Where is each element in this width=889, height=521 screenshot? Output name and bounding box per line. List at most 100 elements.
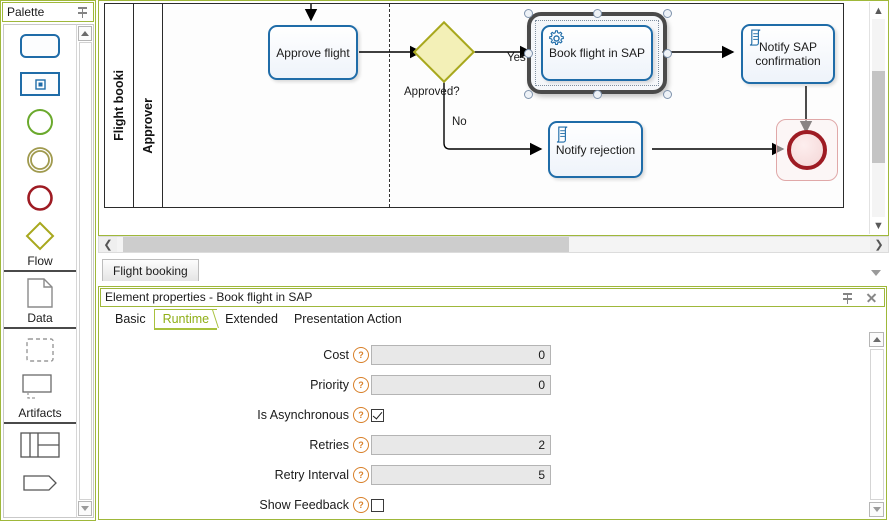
data-object-icon <box>27 277 53 311</box>
tab-presentation-action[interactable]: Presentation Action <box>286 310 410 328</box>
pool-flight-booking[interactable]: Flight booki Approver Approve flight App… <box>104 3 844 208</box>
selection-handle[interactable] <box>524 49 533 58</box>
palette-scrollbar[interactable] <box>76 24 94 518</box>
palette-group-data: Data <box>4 272 76 329</box>
tab-basic[interactable]: Basic <box>107 310 154 328</box>
pin-icon[interactable] <box>842 291 854 305</box>
palette-scroll-up-button[interactable] <box>78 26 92 41</box>
document-tab-flight-booking[interactable]: Flight booking <box>102 259 199 281</box>
field-row-retries: Retries ? <box>99 430 867 460</box>
start-event-icon <box>26 108 54 139</box>
script-icon <box>748 29 764 46</box>
palette-item-intermediate-event[interactable] <box>15 146 65 176</box>
canvas-scroll-up-button[interactable]: ▲ <box>870 2 887 19</box>
help-icon[interactable]: ? <box>353 377 369 393</box>
palette-group-swimlanes-items <box>4 427 76 501</box>
tab-runtime[interactable]: Runtime <box>153 308 218 330</box>
hscroll-right-button[interactable]: ❯ <box>870 237 888 252</box>
field-input-retries[interactable] <box>371 435 551 455</box>
flow-label-no: No <box>452 116 467 128</box>
diagram-canvas[interactable]: Flight booki Approver Approve flight App… <box>99 1 888 235</box>
tab-extended[interactable]: Extended <box>217 310 286 328</box>
field-label-is-asynchronous: Is Asynchronous <box>257 408 349 422</box>
properties-title: Element properties - Book flight in SAP <box>105 290 313 304</box>
gateway-icon <box>25 221 55 254</box>
palette-item-task[interactable] <box>15 32 65 62</box>
chevron-down-icon[interactable] <box>871 270 881 276</box>
hscroll-left-button[interactable]: ❮ <box>99 237 117 252</box>
element-properties-panel: Element properties - Book flight in SAP … <box>98 286 887 520</box>
help-icon[interactable]: ? <box>353 437 369 453</box>
palette-item-lane[interactable] <box>15 469 65 499</box>
close-icon[interactable] <box>866 292 877 303</box>
palette-scrollbar-track[interactable] <box>78 42 92 500</box>
properties-tabs: Basic Runtime Extended Presentation Acti… <box>99 308 886 330</box>
canvas-scroll-down-button[interactable]: ▼ <box>870 217 887 234</box>
help-icon[interactable]: ? <box>353 467 369 483</box>
tab-presentation-action-label: Presentation Action <box>293 312 402 326</box>
palette-item-pool[interactable] <box>15 431 65 461</box>
selection-handle[interactable] <box>663 9 672 18</box>
palette-item-start-event[interactable] <box>15 108 65 138</box>
field-input-cost[interactable] <box>371 345 551 365</box>
field-checkbox-is-asynchronous[interactable] <box>371 408 384 422</box>
tab-runtime-label: Runtime <box>162 311 210 326</box>
properties-vscroll-track[interactable] <box>869 349 884 500</box>
field-row-retry-interval: Retry Interval ? <box>99 460 867 490</box>
help-icon[interactable]: ? <box>353 497 369 513</box>
palette-group-data-items <box>4 275 76 311</box>
palette-item-end-event[interactable] <box>15 184 65 214</box>
palette-item-group[interactable] <box>15 336 65 366</box>
palette-group-swimlanes <box>4 424 76 501</box>
properties-body: Cost ? Priority ? Is Asynchronous ? Retr… <box>99 330 886 519</box>
pool-label: Flight booki <box>112 70 126 141</box>
field-checkbox-show-feedback[interactable] <box>371 498 384 512</box>
task-book-flight-in-sap-label: Book flight in SAP <box>548 46 646 60</box>
lane-header-approver[interactable]: Approver <box>134 4 163 207</box>
hscroll-thumb[interactable] <box>123 237 569 252</box>
canvas-vscroll-thumb[interactable] <box>872 71 885 163</box>
task-notify-sap-confirmation[interactable]: Notify SAP confirmation <box>741 24 835 84</box>
end-event-icon <box>26 184 54 215</box>
subprocess-shape-icon <box>20 71 60 99</box>
help-icon[interactable]: ? <box>353 347 369 363</box>
gateway-approved[interactable] <box>412 20 476 84</box>
selection-handle[interactable] <box>663 90 672 99</box>
end-event[interactable] <box>787 130 827 170</box>
properties-scroll-up-button[interactable] <box>869 332 884 347</box>
selection-handle[interactable] <box>524 9 533 18</box>
palette-group-flow: Flow <box>4 25 76 272</box>
selection-handle[interactable] <box>524 90 533 99</box>
canvas-vscroll-track[interactable] <box>872 19 885 217</box>
palette-scroll-down-button[interactable] <box>78 501 92 516</box>
task-book-flight-in-sap[interactable]: Book flight in SAP <box>541 25 653 81</box>
field-input-priority[interactable] <box>371 375 551 395</box>
canvas-vertical-scrollbar[interactable]: ▲ ▼ <box>869 2 887 234</box>
palette-item-gateway[interactable] <box>15 221 65 254</box>
palette-title: Palette <box>7 5 45 19</box>
pool-header[interactable]: Flight booki <box>105 4 134 207</box>
canvas-horizontal-scrollbar[interactable]: ❮ ❯ <box>98 236 889 253</box>
palette-item-data-object[interactable] <box>15 277 65 311</box>
properties-header-icons <box>842 291 880 305</box>
palette-group-label-data: Data <box>27 311 53 325</box>
properties-scroll-down-button[interactable] <box>869 502 884 517</box>
pool-icon <box>20 431 60 461</box>
help-icon[interactable]: ? <box>353 407 369 423</box>
palette-header: Palette <box>2 2 94 22</box>
task-notify-rejection[interactable]: Notify rejection <box>548 121 643 178</box>
selection-handle[interactable] <box>593 90 602 99</box>
palette-item-text-annotation[interactable] <box>15 373 65 404</box>
triangle-down-icon <box>872 507 881 512</box>
selection-handle[interactable] <box>593 9 602 18</box>
hscroll-track[interactable] <box>117 237 870 252</box>
pin-icon[interactable] <box>77 5 89 19</box>
selection-handle[interactable] <box>663 49 672 58</box>
gateway-approved-label: Approved? <box>404 86 460 98</box>
task-approve-flight[interactable]: Approve flight <box>268 25 358 80</box>
triangle-down-icon <box>81 506 89 511</box>
properties-vertical-scrollbar[interactable] <box>867 330 886 519</box>
palette-item-subprocess[interactable] <box>15 70 65 100</box>
lane-body[interactable]: Approve flight Approved? Yes No Book fli… <box>163 4 843 207</box>
field-input-retry-interval[interactable] <box>371 465 551 485</box>
